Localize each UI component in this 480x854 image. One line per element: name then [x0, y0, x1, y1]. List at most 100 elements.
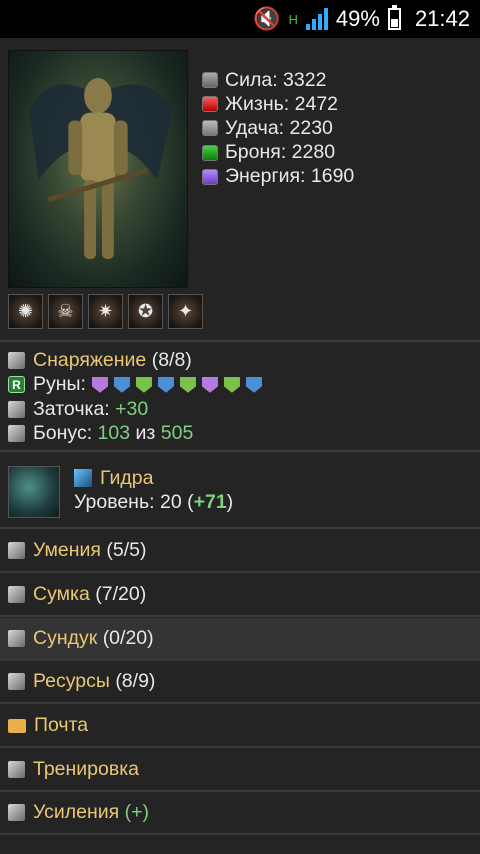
menu-item-label[interactable]: Усиления [33, 801, 119, 824]
bonus-max: 505 [160, 422, 194, 445]
rune-icon[interactable] [135, 376, 152, 393]
bonus-current: 103 [97, 422, 131, 445]
knight-image [28, 78, 173, 259]
pet-name[interactable]: Гидра [100, 467, 153, 490]
buff-5-icon[interactable]: ✦ [168, 294, 203, 329]
bag-icon [8, 586, 25, 603]
equipment-icon [8, 351, 25, 369]
equipment-section: Снаряжение (8/8) R Руны: Заточка: +30 Бо… [8, 348, 262, 446]
rune-icon[interactable] [91, 376, 108, 393]
menu-item-label[interactable]: Умения [33, 539, 101, 562]
rune-icon[interactable] [223, 376, 240, 393]
equipment-link[interactable]: Снаряжение (8/8) [8, 348, 262, 373]
pet-name-line[interactable]: Гидра [74, 466, 233, 490]
stat-value: 2472 [294, 92, 339, 115]
buff-3-icon[interactable]: ✷ [88, 294, 123, 329]
pet-section[interactable]: Гидра Уровень: 20 (+71) [8, 466, 233, 518]
bonus-label: Бонус: [33, 422, 93, 445]
stat-value: 2280 [291, 141, 336, 164]
stat-label: Броня [225, 141, 281, 164]
rune-icon[interactable] [157, 376, 174, 393]
stat-life: Жизнь: 2472 [202, 92, 354, 116]
bonus-icon [8, 425, 25, 443]
menu-item-skills[interactable]: Умения (5/5) [0, 530, 480, 573]
armor-icon [202, 144, 218, 161]
pet-level-line: Уровень: 20 (+71) [74, 490, 234, 513]
menu-item-label[interactable]: Сумка [33, 583, 90, 606]
stats-list: Сила: 3322 Жизнь: 2472 Удача: 2230 Броня… [202, 68, 354, 189]
rune-icon[interactable] [201, 376, 218, 393]
menu-item-mail[interactable]: Почта [0, 705, 480, 748]
menu-item-label[interactable]: Тренировка [33, 758, 139, 781]
stat-value: 3322 [283, 68, 327, 91]
divider [0, 340, 480, 342]
stat-strength: Сила: 3322 [202, 68, 354, 92]
menu-item-count: (+) [124, 801, 149, 823]
menu-item-resources[interactable]: Ресурсы (8/9) [0, 661, 480, 704]
boosts-icon [8, 804, 25, 821]
menu-item-count: (0/20) [102, 627, 154, 649]
rune-icon[interactable] [179, 376, 196, 393]
menu-item-count: (7/20) [95, 583, 147, 605]
stat-label: Сила [225, 68, 273, 91]
buffs-row: ✺ ☠ ✷ ✪ ✦ [8, 294, 203, 329]
battery-icon [387, 5, 401, 30]
skills-icon [8, 542, 25, 559]
life-icon [202, 96, 218, 113]
pet-level-value: 20 [159, 490, 182, 513]
equipment-count: (8/8) [151, 348, 192, 371]
stat-value: 2230 [289, 116, 333, 139]
pet-avatar[interactable] [8, 466, 60, 518]
menu-item-training[interactable]: Тренировка [0, 749, 480, 792]
battery-percent: 49% [335, 6, 380, 31]
stat-label: Удача [225, 116, 279, 139]
character-page: Сила: 3322 Жизнь: 2472 Удача: 2230 Броня… [0, 38, 480, 854]
sharpening-icon [8, 400, 25, 418]
menu-item-count: (8/9) [115, 670, 156, 692]
stat-value: 1690 [310, 165, 355, 188]
stat-label: Энергия [225, 165, 301, 188]
character-portrait[interactable] [8, 50, 188, 288]
buff-1-icon[interactable]: ✺ [8, 294, 43, 329]
signal-icon [305, 8, 328, 30]
equipment-title[interactable]: Снаряжение [33, 349, 146, 372]
rune-icon[interactable] [245, 376, 262, 393]
menu-item-boosts[interactable]: Усиления (+) [0, 792, 480, 835]
menu-item-label[interactable]: Сундук [33, 627, 97, 650]
menu-item-chest[interactable]: Сундук (0/20) [0, 618, 480, 661]
network-h-icon: H [288, 11, 298, 27]
runes-icon: R [8, 376, 25, 394]
pet-info: Гидра Уровень: 20 (+71) [74, 466, 233, 518]
luck-icon [202, 120, 218, 137]
sharpening-line: Заточка: +30 [8, 397, 262, 422]
divider [0, 527, 480, 529]
training-icon [8, 761, 25, 778]
runes-line: R Руны: [8, 373, 262, 398]
sharpening-label: Заточка: [33, 397, 110, 420]
mute-icon: 🔇 [253, 6, 281, 31]
pet-level-bonus: +71 [193, 490, 227, 513]
buff-2-icon[interactable]: ☠ [48, 294, 83, 329]
pet-icon [74, 469, 92, 487]
menu-item-label[interactable]: Ресурсы [33, 670, 110, 693]
rune-icon[interactable] [113, 376, 130, 393]
chest-icon [8, 630, 25, 647]
strength-icon [202, 72, 218, 89]
clock: 21:42 [414, 6, 470, 31]
menu-item-label[interactable]: Почта [34, 714, 88, 737]
runes-label: Руны: [33, 373, 86, 396]
mail-icon [8, 718, 26, 733]
status-bar: 🔇 H 49% 21:42 [0, 0, 480, 38]
resources-icon [8, 673, 25, 690]
energy-icon [202, 168, 218, 185]
menu-item-bag[interactable]: Сумка (7/20) [0, 574, 480, 617]
divider [0, 450, 480, 452]
stat-energy: Энергия: 1690 [202, 165, 354, 189]
pet-level-label: Уровень: [74, 490, 155, 513]
buff-4-icon[interactable]: ✪ [128, 294, 163, 329]
stat-luck: Удача: 2230 [202, 116, 354, 140]
stat-label: Жизнь [225, 92, 284, 115]
bonus-line: Бонус: 103 из 505 [8, 422, 262, 447]
bonus-of: из [135, 422, 156, 445]
sharpening-value: +30 [115, 397, 149, 420]
